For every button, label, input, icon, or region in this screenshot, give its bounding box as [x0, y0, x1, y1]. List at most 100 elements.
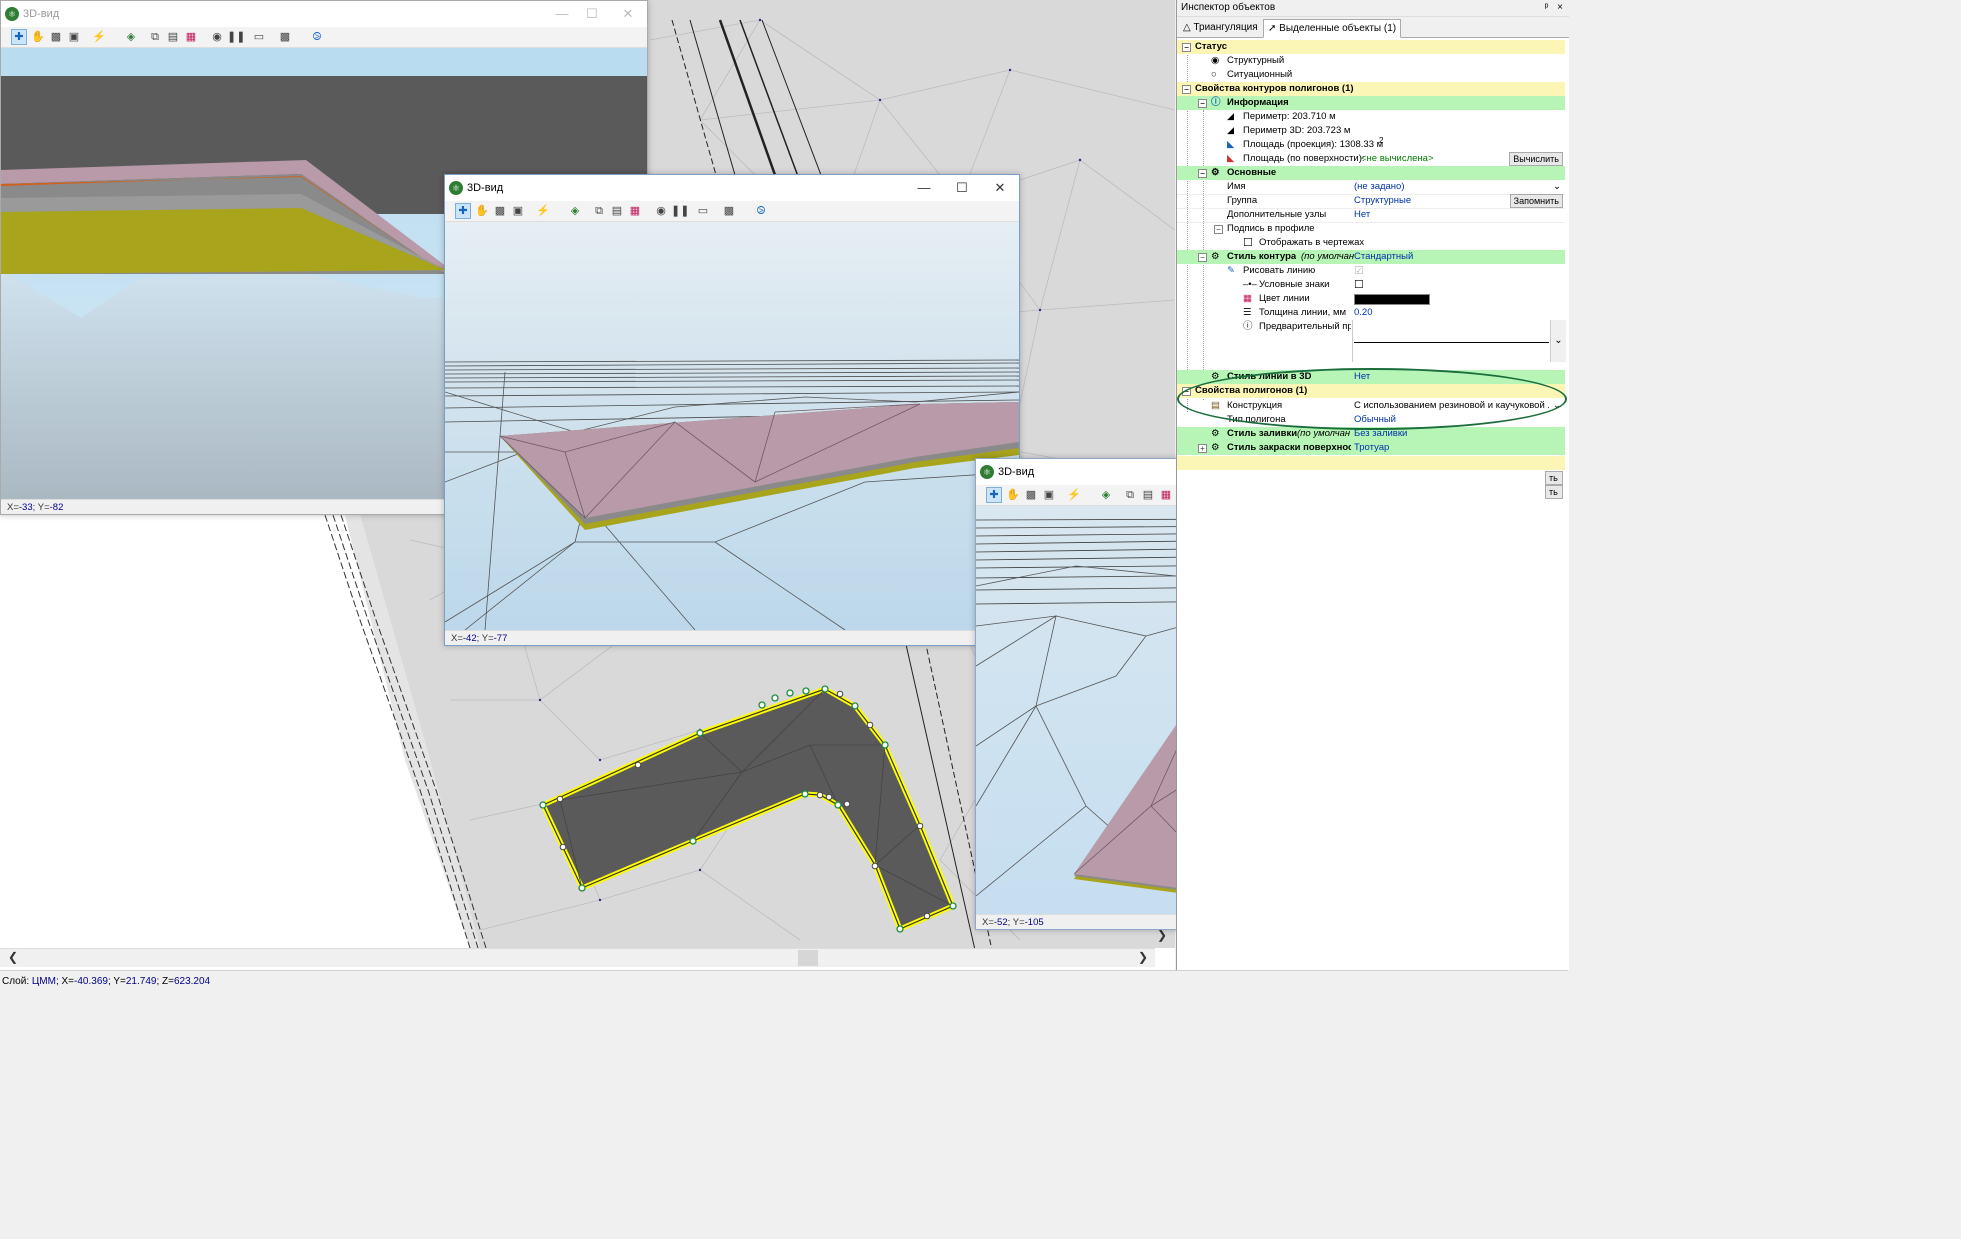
select-icon[interactable]: ✚ [986, 487, 1002, 503]
show-in-drawings-row[interactable]: ☐ Отображать в чертежах [1177, 236, 1565, 250]
contour-style-row[interactable]: − ⚙ Стиль контура (по умолчан Стандартны… [1177, 250, 1565, 264]
pause-icon[interactable]: ❚❚ [227, 29, 245, 45]
3d-view-window-2[interactable]: ⚛ 3D-вид — ☐ ✕ ✚ ✋ ▩ ▣ ⚡ ◈ ⧉ ▤ ▦ ◉ ❚❚ ▭ … [444, 174, 1020, 646]
flash-icon[interactable]: ⚡ [535, 203, 551, 219]
surface-style-row[interactable]: + ⚙ Стиль закраски поверхнос Тротуар [1177, 441, 1565, 455]
symbols-row[interactable]: –•– Условные знаки ☐ [1177, 278, 1565, 292]
camera-icon[interactable]: ▩ [48, 29, 64, 45]
export-icon[interactable]: ▩ [277, 29, 293, 45]
pan-icon[interactable]: ✋ [30, 29, 46, 45]
layers-icon[interactable]: ▦ [183, 29, 199, 45]
save-view-icon[interactable]: ▤ [1140, 487, 1156, 503]
name-value[interactable]: (не задано) [1354, 180, 1405, 194]
layers-icon[interactable]: ▦ [627, 203, 643, 219]
pan-icon[interactable]: ✋ [1005, 487, 1021, 503]
group-basic[interactable]: − ⚙ Основные [1177, 166, 1565, 180]
group-contour-properties[interactable]: − Свойства контуров полигонов (1) [1177, 82, 1565, 96]
camera-icon[interactable]: ▩ [1023, 487, 1039, 503]
3d-viewport-2[interactable]: X=-42; Y=-77 [445, 222, 1019, 645]
collapse-icon[interactable]: − [1198, 253, 1207, 262]
radio-structural[interactable]: ◉ Структурный [1177, 54, 1565, 68]
remember-button[interactable]: Запомнить [1509, 194, 1563, 208]
copy-icon[interactable]: ⧉ [147, 29, 163, 45]
collapse-icon[interactable]: − [1198, 99, 1207, 108]
flash-icon[interactable]: ⚡ [91, 29, 107, 45]
scroll-left-arrow-icon[interactable]: ❮ [8, 950, 18, 964]
select-icon[interactable]: ✚ [455, 203, 471, 219]
radio-situational[interactable]: ○ Ситуационный [1177, 68, 1565, 82]
palette-icon[interactable]: ◈ [123, 29, 139, 45]
partial-button[interactable]: ть [1545, 485, 1563, 499]
minimize-button[interactable]: — [909, 178, 939, 198]
line-color-swatch[interactable] [1354, 294, 1430, 305]
collapse-icon[interactable]: − [1198, 169, 1207, 178]
compass-icon[interactable]: ⧁ [753, 203, 769, 219]
line-width-value[interactable]: 0.20 [1354, 306, 1373, 320]
layers-icon[interactable]: ▦ [1158, 487, 1174, 503]
group-value[interactable]: Структурные [1354, 194, 1411, 208]
palette-icon[interactable]: ◈ [1098, 487, 1114, 503]
compass-icon[interactable]: ⧁ [309, 29, 325, 45]
collapse-icon[interactable]: − [1182, 43, 1191, 52]
record-icon[interactable]: ◉ [653, 203, 669, 219]
surface-style-value[interactable]: Тротуар [1354, 441, 1389, 455]
export-icon[interactable]: ▩ [721, 203, 737, 219]
close-button[interactable]: ✕ [985, 178, 1015, 198]
line-color-row[interactable]: ▦ Цвет линии [1177, 292, 1565, 306]
window-titlebar[interactable]: ⚛ 3D-вид — ☐ ✕ [1, 1, 647, 27]
cursor-icon: ➚ [1268, 23, 1277, 34]
3d-scene-2-svg[interactable] [445, 222, 1019, 631]
record-icon[interactable]: ◉ [209, 29, 225, 45]
save-view-icon[interactable]: ▤ [609, 203, 625, 219]
tab-selected-objects[interactable]: ➚ Выделенные объекты (1) [1263, 19, 1402, 38]
maximize-button[interactable]: ☐ [577, 4, 607, 24]
partial-button[interactable]: ть [1545, 471, 1563, 485]
window-titlebar[interactable]: ⚛ 3D-вид — ☐ ✕ [445, 175, 1019, 201]
pin-icon[interactable]: ᵖ [1545, 2, 1549, 13]
chevron-down-icon[interactable]: ⌄ [1550, 320, 1566, 362]
car-icon[interactable]: ▣ [1041, 487, 1057, 503]
extra-nodes-value[interactable]: Нет [1354, 208, 1370, 222]
profile-caption-row[interactable]: − Подпись в профиле [1177, 222, 1565, 236]
scroll-down-arrow-icon[interactable]: ❯ [1157, 928, 1167, 942]
close-button[interactable]: ✕ [613, 4, 643, 24]
scroll-right-arrow-icon[interactable]: ❯ [1138, 950, 1148, 964]
flash-icon[interactable]: ⚡ [1066, 487, 1082, 503]
line-width-row[interactable]: ☰ Толщина линии, мм 0.20 [1177, 306, 1565, 320]
maximize-button[interactable]: ☐ [947, 178, 977, 198]
tab-triangulation[interactable]: △ Триангуляция [1179, 19, 1262, 36]
plan-horizontal-scrollbar[interactable]: ❮ ❯ [0, 948, 1155, 967]
close-icon[interactable]: × [1557, 2, 1563, 13]
chevron-down-icon[interactable]: ⌄ [1553, 180, 1561, 194]
copy-icon[interactable]: ⧉ [1122, 487, 1138, 503]
minimize-button[interactable]: — [547, 4, 577, 24]
calculate-button[interactable]: Вычислить [1509, 152, 1563, 166]
copy-icon[interactable]: ⧉ [591, 203, 607, 219]
checkbox-checked-icon[interactable]: ☑ [1354, 264, 1364, 278]
monitor-icon[interactable]: ▭ [251, 29, 267, 45]
collapse-icon[interactable]: − [1214, 225, 1223, 234]
car-icon[interactable]: ▣ [510, 203, 526, 219]
checkbox-unchecked-icon[interactable]: ☐ [1354, 278, 1364, 292]
group-status[interactable]: − Статус [1177, 40, 1565, 54]
car-icon[interactable]: ▣ [66, 29, 82, 45]
collapse-icon[interactable]: − [1182, 85, 1191, 94]
draw-line-row[interactable]: ✎ Рисовать линию ☑ [1177, 264, 1565, 278]
expand-icon[interactable]: + [1198, 444, 1207, 453]
fill-style-label: Стиль заливки [1227, 428, 1298, 439]
name-row[interactable]: Имя (не задано) ⌄ [1177, 180, 1565, 195]
pan-icon[interactable]: ✋ [474, 203, 490, 219]
group-info[interactable]: − ⓘ Информация [1177, 96, 1565, 110]
group-collapsed[interactable] [1177, 456, 1565, 470]
camera-icon[interactable]: ▩ [492, 203, 508, 219]
pause-icon[interactable]: ❚❚ [671, 203, 689, 219]
save-view-icon[interactable]: ▤ [165, 29, 181, 45]
palette-icon[interactable]: ◈ [567, 203, 583, 219]
plan-scroll-thumb[interactable] [798, 950, 818, 966]
contour-style-value[interactable]: Стандартный [1354, 250, 1413, 264]
checkbox-unchecked-icon[interactable]: ☐ [1243, 236, 1253, 250]
group-row[interactable]: Группа Структурные Запомнить [1177, 194, 1565, 209]
monitor-icon[interactable]: ▭ [695, 203, 711, 219]
select-icon[interactable]: ✚ [11, 29, 27, 45]
extra-nodes-row[interactable]: Дополнительные узлы Нет [1177, 208, 1565, 223]
